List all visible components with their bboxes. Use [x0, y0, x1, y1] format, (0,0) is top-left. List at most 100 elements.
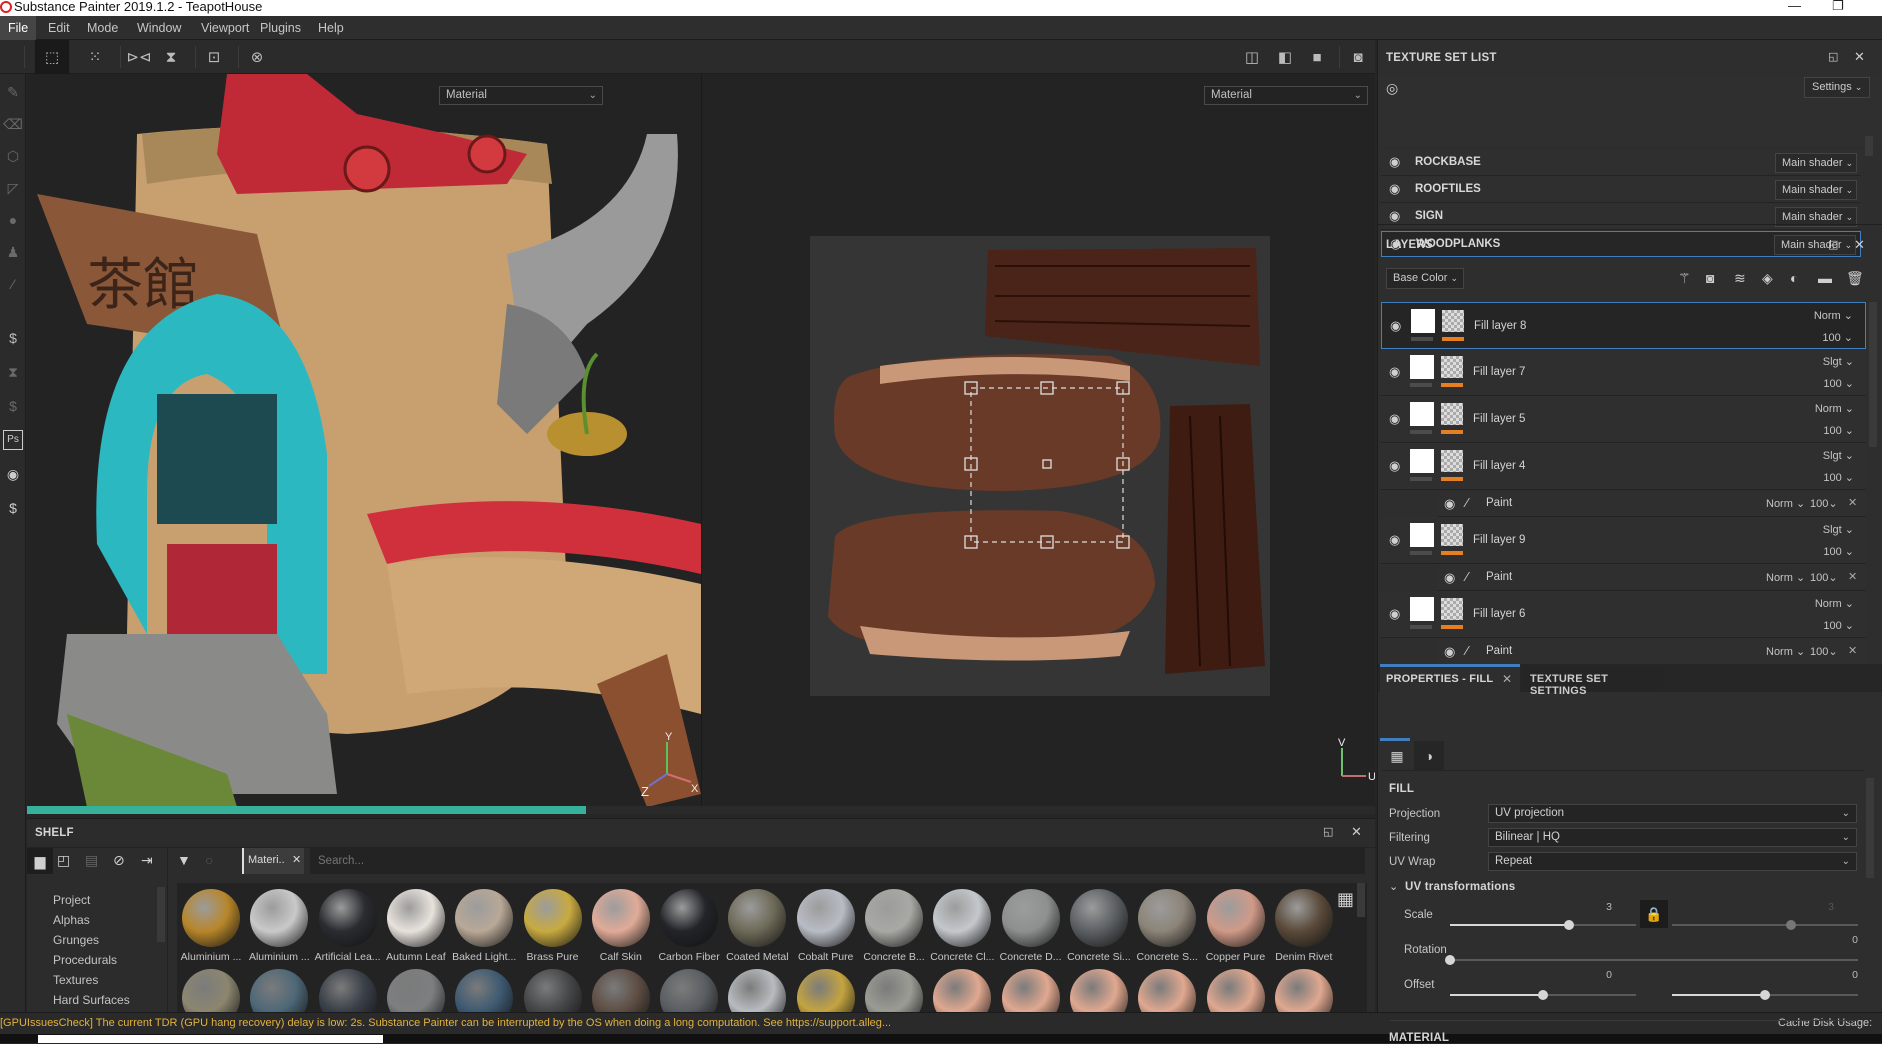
cube-display-icon[interactable]: ◧ — [1274, 46, 1296, 68]
effect-blend-select[interactable]: Norm ⌄ — [1766, 645, 1805, 658]
save-icon[interactable]: ▤ — [85, 852, 98, 869]
collapse-chevron-icon[interactable]: ⌄ — [1389, 880, 1398, 893]
shader-select[interactable]: Main shader ⌄ — [1774, 235, 1856, 255]
rotation-slider[interactable] — [1445, 953, 1858, 967]
menu-file[interactable]: File — [0, 16, 37, 40]
scale-u-value[interactable]: 3 — [1572, 901, 1612, 913]
slider-handle[interactable] — [1760, 990, 1770, 1000]
texture-set-row[interactable]: ◉ ROCKBASE Main shader ⌄ — [1381, 150, 1861, 176]
filter-tag[interactable]: Materi.. ✕ — [242, 848, 304, 874]
shelf-category-procedurals[interactable]: Procedurals — [53, 953, 117, 967]
eye-icon[interactable]: ◉ — [1389, 154, 1400, 170]
add-fill-layer-icon[interactable]: ◈ — [1762, 270, 1773, 287]
shelf-material-item[interactable]: Calf Skin — [587, 889, 655, 963]
substance-logo-icon[interactable]: $ — [3, 498, 23, 518]
menu-help[interactable]: Help — [310, 16, 352, 40]
viewport-3d[interactable]: 茶館 Material ⌄ Y X Z — [27, 74, 701, 807]
close-icon[interactable]: ✕ — [1351, 824, 1362, 840]
shelf-material-item[interactable]: Carbon Fiber — [655, 889, 723, 963]
shelf-material-item[interactable]: Denim Rivet — [1270, 889, 1338, 963]
shelf-category-grunges[interactable]: Grunges — [53, 933, 99, 947]
layer-row[interactable]: ◉ Fill layer 4 Slgt ⌄ 100 ⌄ — [1381, 443, 1866, 490]
texture-set-row[interactable]: ◉ ROOFTILES Main shader ⌄ — [1381, 177, 1861, 203]
blend-mode-select[interactable]: Norm ⌄ — [1814, 309, 1853, 322]
close-icon[interactable]: ✕ — [1854, 237, 1865, 253]
menu-viewport[interactable]: Viewport — [193, 16, 257, 40]
layers-scrollbar[interactable] — [1869, 302, 1877, 447]
remove-effect-icon[interactable]: ✕ — [1848, 644, 1857, 657]
shelf-material-item[interactable]: Baked Light... — [450, 889, 518, 963]
paint-effect-row[interactable]: ◉ ⁄ Paint Norm ⌄ 100⌄ ✕ — [1438, 490, 1866, 517]
eye-icon[interactable]: ◉ — [1444, 644, 1455, 660]
shelf-material-item[interactable]: Artificial Lea... — [314, 889, 382, 963]
smudge-icon[interactable]: ● — [3, 210, 23, 230]
layer-channel-select[interactable]: Base Color ⌄ — [1386, 268, 1464, 289]
eye-icon[interactable]: ◉ — [1389, 411, 1400, 427]
remove-effect-icon[interactable]: ✕ — [1848, 570, 1857, 583]
lock-icon[interactable]: 🔒 — [1640, 900, 1668, 928]
shelf-category-project[interactable]: Project — [53, 893, 90, 907]
shelf-category-textures[interactable]: Textures — [53, 973, 98, 987]
slider-handle[interactable] — [1786, 920, 1796, 930]
offset-u-slider[interactable] — [1450, 988, 1636, 1002]
properties-scrollbar[interactable] — [1866, 778, 1874, 878]
viewport-2d-channel-select[interactable]: Material ⌄ — [1204, 86, 1368, 105]
shader-select[interactable]: Main shader ⌄ — [1775, 153, 1857, 173]
shelf-material-item[interactable]: Concrete Cl... — [928, 889, 996, 963]
menu-window[interactable]: Window — [129, 16, 189, 40]
scale-v-slider[interactable] — [1672, 918, 1858, 932]
uv-transformations-section[interactable]: UV transformations — [1405, 881, 1515, 893]
shelf-search-input[interactable] — [310, 848, 1365, 874]
color-picker-icon[interactable]: ⁄ — [3, 274, 23, 294]
opacity-select[interactable]: 100 ⌄ — [1822, 331, 1853, 344]
eye-icon[interactable]: ◉ — [1389, 364, 1400, 380]
undock-icon[interactable]: ◱ — [1323, 825, 1333, 838]
rotation-value[interactable]: 0 — [1818, 934, 1858, 946]
grid-icon[interactable]: ⁙ — [84, 46, 106, 68]
shelf-scrollbar[interactable] — [1357, 883, 1365, 917]
effect-opacity-select[interactable]: 100⌄ — [1810, 497, 1838, 510]
category-scrollbar[interactable] — [157, 887, 165, 942]
viewport-2d-uv[interactable]: Material ⌄ V U — [701, 74, 1375, 807]
camera-icon[interactable]: ■ — [1306, 46, 1328, 68]
substance-source-icon[interactable]: $ — [3, 396, 23, 416]
hide-icon[interactable]: ⊘ — [113, 852, 125, 869]
mask-thumbnail[interactable] — [1442, 310, 1464, 332]
new-resource-icon[interactable]: ◰ — [57, 852, 70, 869]
clone-stamp-icon[interactable]: ♟ — [3, 242, 23, 262]
shelf-material-item[interactable]: Copper Pure — [1202, 889, 1270, 963]
fill-settings-icon[interactable]: ▦ — [1382, 741, 1412, 771]
minimize-button[interactable]: — — [1788, 0, 1801, 13]
mask-thumbnail[interactable] — [1441, 598, 1463, 620]
eye-icon[interactable]: ◉ — [1444, 570, 1455, 586]
add-smart-material-icon[interactable]: ◐ — [1790, 270, 1798, 286]
delete-layer-icon[interactable]: 🗑 — [1846, 270, 1864, 287]
shelf-material-item[interactable]: Aluminium ... — [177, 889, 245, 963]
texture-set-settings-button[interactable]: Settings ⌄ — [1804, 77, 1870, 98]
symmetry-x-icon[interactable]: ⊳⊲ — [126, 46, 151, 68]
effect-blend-select[interactable]: Norm ⌄ — [1766, 571, 1805, 584]
symmetry-y-icon[interactable]: ⧗ — [160, 46, 182, 68]
remove-effect-icon[interactable]: ✕ — [1848, 496, 1857, 509]
projection-icon[interactable]: ⬡ — [3, 146, 23, 166]
shelf-material-item[interactable]: Concrete Si... — [1065, 889, 1133, 963]
close-icon[interactable]: ✕ — [1854, 49, 1865, 65]
mask-thumbnail[interactable] — [1441, 450, 1463, 472]
paint-effect-row[interactable]: ◉ ⁄ Paint Norm ⌄ 100⌄ ✕ — [1438, 638, 1866, 665]
eye-icon[interactable]: ◉ — [1389, 606, 1400, 622]
layer-row[interactable]: ◉ Fill layer 6 Norm ⌄ 100 ⌄ — [1381, 591, 1866, 638]
remove-filter-icon[interactable]: ✕ — [292, 853, 301, 866]
tab-texture-set-settings[interactable]: TEXTURE SET SETTINGS — [1523, 667, 1663, 697]
tab-properties-fill[interactable]: PROPERTIES - FILL ✕ — [1380, 667, 1520, 692]
bake-icon[interactable]: ⧗ — [3, 362, 23, 382]
eye-icon[interactable]: ◉ — [1389, 181, 1400, 197]
eye-icon[interactable]: ◉ — [1389, 208, 1400, 224]
effect-opacity-select[interactable]: 100⌄ — [1810, 645, 1838, 658]
effect-blend-select[interactable]: Norm ⌄ — [1766, 497, 1805, 510]
shader-select[interactable]: Main shader ⌄ — [1775, 180, 1857, 200]
eye-icon[interactable]: ◉ — [1389, 458, 1400, 474]
projection-select[interactable]: UV projection ⌄ — [1488, 804, 1857, 823]
blend-mode-select[interactable]: Norm ⌄ — [1815, 402, 1854, 415]
effect-opacity-select[interactable]: 100⌄ — [1810, 571, 1838, 584]
maximize-button[interactable]: ❐ — [1832, 0, 1844, 13]
